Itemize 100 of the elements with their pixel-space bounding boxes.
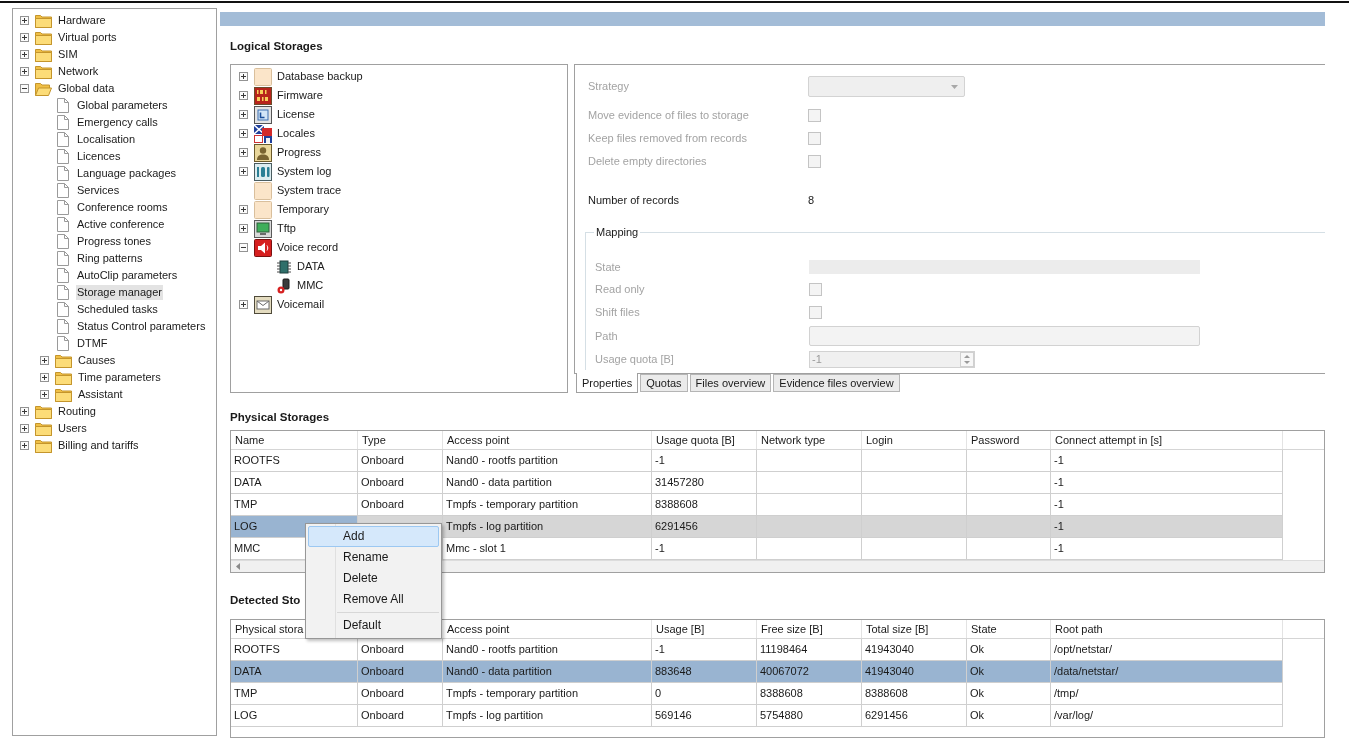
- expand-icon[interactable]: [239, 72, 248, 81]
- column-header[interactable]: Access point: [443, 620, 652, 638]
- tree-item[interactable]: Progress tones: [76, 234, 152, 249]
- column-header[interactable]: Login: [862, 431, 967, 449]
- expand-icon[interactable]: [20, 33, 29, 42]
- tree-item[interactable]: Users: [57, 421, 88, 436]
- tree-item[interactable]: Firmware: [277, 88, 323, 103]
- tree-item[interactable]: Database backup: [277, 69, 363, 84]
- tab[interactable]: Files overview: [689, 374, 772, 392]
- tree-item[interactable]: Voice record: [277, 240, 339, 255]
- tree-item[interactable]: Voicemail: [277, 297, 325, 312]
- menu-item[interactable]: Default: [308, 615, 439, 636]
- tab[interactable]: Properties: [576, 373, 639, 393]
- tree-item[interactable]: Language packages: [76, 166, 178, 181]
- column-header[interactable]: Root path: [1051, 620, 1283, 638]
- tree-item[interactable]: Storage manager: [76, 285, 163, 300]
- path-field[interactable]: [809, 326, 1200, 346]
- expand-icon[interactable]: [20, 16, 29, 25]
- tree-item[interactable]: DTMF: [76, 336, 109, 351]
- tree-item[interactable]: Network: [57, 64, 100, 79]
- tree-item[interactable]: Status Control parameters: [76, 319, 207, 334]
- expand-icon[interactable]: [239, 224, 248, 233]
- tree-item[interactable]: Emergency calls: [76, 115, 159, 130]
- column-header[interactable]: Password: [967, 431, 1051, 449]
- column-header[interactable]: Connect attempt in [s]: [1051, 431, 1283, 449]
- tree-item[interactable]: System log: [277, 164, 332, 179]
- tree-item[interactable]: MMC: [297, 278, 324, 293]
- tree-item[interactable]: Global data: [57, 81, 116, 96]
- expand-icon[interactable]: [40, 356, 49, 365]
- column-header[interactable]: Network type: [757, 431, 862, 449]
- expand-icon[interactable]: [40, 390, 49, 399]
- tree-item[interactable]: SIM: [57, 47, 79, 62]
- tree-item[interactable]: Hardware: [57, 13, 107, 28]
- field-label: Usage quota [B]: [595, 351, 675, 367]
- column-header[interactable]: State: [967, 620, 1051, 638]
- document-icon: [57, 285, 69, 300]
- tree-item[interactable]: Licences: [76, 149, 122, 164]
- menu-item[interactable]: Remove All: [308, 589, 439, 610]
- tab[interactable]: Quotas: [640, 374, 688, 392]
- expand-icon[interactable]: [239, 167, 248, 176]
- table-cell: Onboard: [358, 450, 443, 472]
- table-cell: Onboard: [358, 472, 443, 494]
- spin-arrows-icon[interactable]: [960, 351, 974, 367]
- column-header[interactable]: Type: [358, 431, 443, 449]
- table-cell: 6291456: [652, 516, 757, 538]
- section-title: Logical Storages: [230, 39, 323, 53]
- tree-item[interactable]: System trace: [277, 183, 342, 198]
- tree-item[interactable]: Progress: [277, 145, 322, 160]
- expand-icon[interactable]: [239, 91, 248, 100]
- expand-icon[interactable]: [239, 129, 248, 138]
- table-cell: Nand0 - data partition: [443, 472, 652, 494]
- tree-item[interactable]: DATA: [297, 259, 325, 274]
- expand-icon[interactable]: [239, 148, 248, 157]
- tree-item[interactable]: Time parameters: [77, 370, 162, 385]
- table-cell: -1: [1051, 494, 1283, 516]
- column-header[interactable]: Access point: [443, 431, 652, 449]
- menu-item[interactable]: Add: [308, 526, 439, 547]
- dropdown-field[interactable]: [808, 76, 965, 97]
- expand-icon[interactable]: [239, 110, 248, 119]
- expand-icon[interactable]: [40, 373, 49, 382]
- document-icon: [57, 132, 69, 147]
- collapse-icon[interactable]: [239, 243, 248, 252]
- expand-icon[interactable]: [20, 441, 29, 450]
- tree-item[interactable]: Temporary: [277, 202, 329, 217]
- tab[interactable]: Evidence files overview: [773, 374, 900, 392]
- tree-item[interactable]: Locales: [277, 126, 315, 141]
- column-header[interactable]: Usage [B]: [652, 620, 757, 638]
- tree-item[interactable]: Causes: [77, 353, 117, 368]
- blocks-tile-icon: [254, 86, 272, 105]
- tree-item[interactable]: Virtual ports: [57, 30, 118, 45]
- tree-item[interactable]: Tftp: [277, 221, 296, 236]
- tree-item[interactable]: Conference rooms: [76, 200, 169, 215]
- column-header[interactable]: Total size [B]: [862, 620, 967, 638]
- tree-item[interactable]: AutoClip parameters: [76, 268, 179, 283]
- expand-icon[interactable]: [20, 407, 29, 416]
- column-header[interactable]: Usage quota [B]: [652, 431, 757, 449]
- tree-item[interactable]: Services: [76, 183, 121, 198]
- tree-item[interactable]: Active conference: [76, 217, 166, 232]
- tree-item[interactable]: Localisation: [76, 132, 137, 147]
- column-header[interactable]: Name: [235, 434, 265, 446]
- expand-icon[interactable]: [20, 424, 29, 433]
- scroll-left-icon[interactable]: [236, 563, 240, 570]
- column-header[interactable]: Free size [B]: [757, 620, 862, 638]
- expand-icon[interactable]: [239, 205, 248, 214]
- tree-item[interactable]: Routing: [57, 404, 97, 419]
- tree-item[interactable]: Scheduled tasks: [76, 302, 159, 317]
- expand-icon[interactable]: [20, 67, 29, 76]
- menu-item[interactable]: Delete: [308, 568, 439, 589]
- tree-item[interactable]: License: [277, 107, 315, 122]
- column-header[interactable]: Physical stora: [235, 623, 304, 635]
- folder-icon: [35, 47, 52, 62]
- collapse-icon[interactable]: [20, 84, 29, 93]
- menu-item[interactable]: Rename: [308, 547, 439, 568]
- tree-item[interactable]: Assistant: [77, 387, 124, 402]
- tree-item[interactable]: Billing and tariffs: [57, 438, 140, 453]
- tree-item[interactable]: Global parameters: [76, 98, 169, 113]
- expand-icon[interactable]: [239, 300, 248, 309]
- field-label: State: [595, 259, 622, 275]
- expand-icon[interactable]: [20, 50, 29, 59]
- tree-item[interactable]: Ring patterns: [76, 251, 144, 266]
